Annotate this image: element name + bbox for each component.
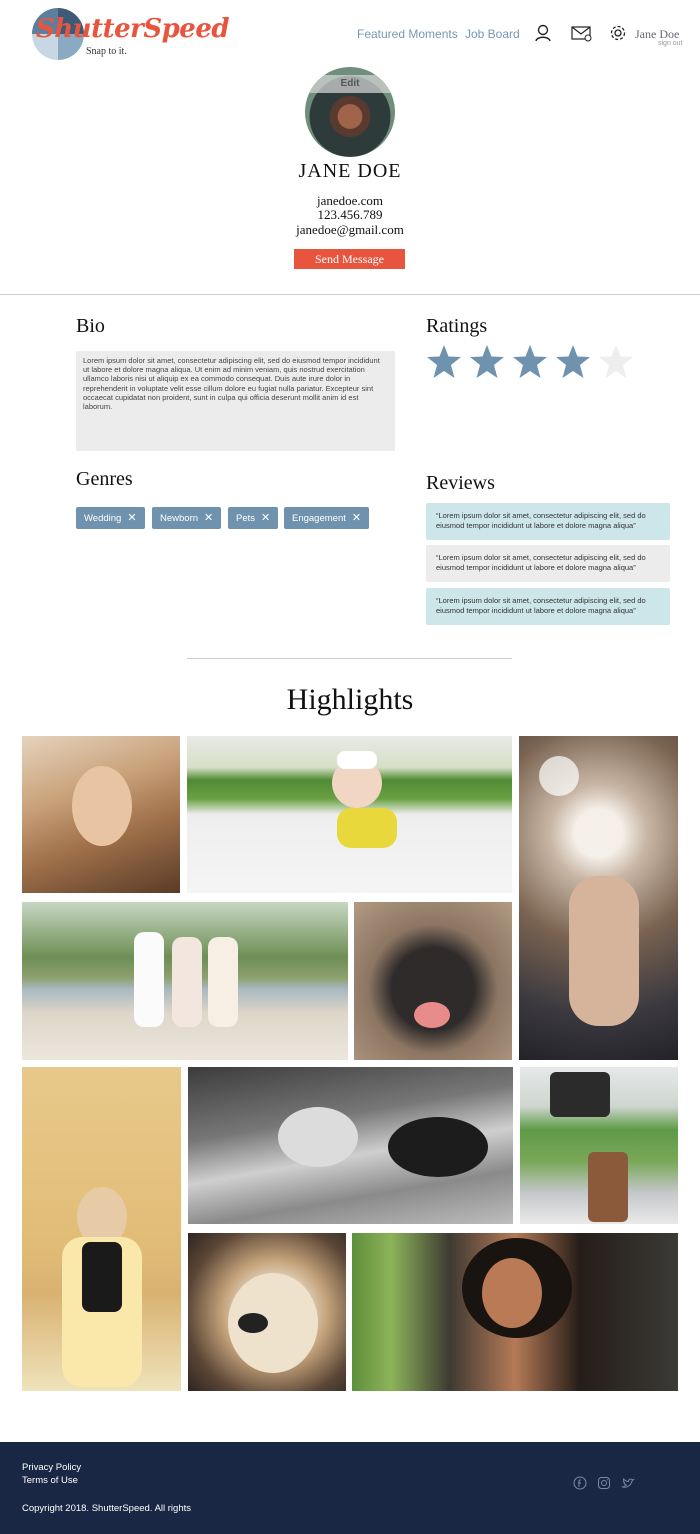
genre-chip-label: Pets: [236, 513, 256, 524]
star-rating: [426, 344, 646, 382]
genres-heading: Genres: [76, 468, 133, 490]
remove-icon[interactable]: ✕: [204, 512, 213, 524]
genre-chip-label: Engagement: [292, 513, 346, 524]
genre-chip-wedding[interactable]: Wedding ✕: [76, 507, 145, 529]
profile-email[interactable]: janedoe@gmail.com: [0, 222, 700, 238]
genre-chip-pets[interactable]: Pets ✕: [228, 507, 279, 529]
copyright-text: Copyright 2018. ShutterSpeed. All rights: [22, 1503, 191, 1514]
mail-icon[interactable]: [570, 22, 592, 44]
star-filled-icon: [513, 345, 547, 378]
logo-text: ShutterSpeed: [36, 14, 230, 44]
instagram-icon[interactable]: [597, 1476, 611, 1490]
ratings-heading: Ratings: [426, 315, 488, 337]
profile-name: JANE DOE: [298, 160, 402, 182]
privacy-policy-link[interactable]: Privacy Policy: [22, 1462, 81, 1473]
footer: Privacy Policy Terms of Use Copyright 20…: [0, 1442, 700, 1534]
star-filled-icon: [427, 345, 461, 378]
photo-woman-yellow-cardigan[interactable]: [22, 1067, 181, 1391]
logo-tagline: Snap to it.: [86, 46, 127, 57]
photo-woman-curly-hair-smiling[interactable]: [352, 1233, 678, 1391]
star-filled-icon: [556, 345, 590, 378]
nav-featured-moments[interactable]: Featured Moments: [357, 27, 458, 41]
photo-couple-sparklers[interactable]: [519, 736, 678, 1060]
logo[interactable]: ShutterSpeed Snap to it.: [30, 8, 230, 64]
reviews-heading: Reviews: [426, 472, 495, 494]
genre-chip-newborn[interactable]: Newborn ✕: [152, 507, 222, 529]
genre-chip-label: Newborn: [160, 513, 199, 524]
review-card: “Lorem ipsum dolor sit amet, consectetur…: [426, 503, 670, 540]
gear-icon[interactable]: [607, 22, 629, 44]
terms-of-use-link[interactable]: Terms of Use: [22, 1475, 78, 1486]
genre-chips: Wedding ✕ Newborn ✕ Pets ✕ Engagement ✕: [76, 507, 396, 529]
genre-chip-label: Wedding: [84, 513, 122, 524]
star-empty-icon: [599, 345, 633, 378]
photo-labrador-dog[interactable]: [188, 1233, 346, 1391]
twitter-icon[interactable]: [620, 1476, 635, 1490]
review-card: “Lorem ipsum dolor sit amet, consectetur…: [426, 588, 670, 625]
sign-out-link[interactable]: sign out: [658, 40, 683, 47]
profile-phone: 123.456.789: [317, 207, 383, 222]
bio-text: Lorem ipsum dolor sit amet, consectetur …: [76, 351, 395, 451]
facebook-icon[interactable]: [573, 1476, 587, 1490]
photo-three-women-beach[interactable]: [22, 902, 348, 1060]
bio-heading: Bio: [76, 315, 105, 337]
photo-baby-on-blanket[interactable]: [187, 736, 512, 893]
photo-woman-lying-black-white[interactable]: [188, 1067, 513, 1224]
star-filled-icon: [470, 345, 504, 378]
remove-icon[interactable]: ✕: [127, 512, 136, 524]
genre-chip-engagement[interactable]: Engagement ✕: [284, 507, 370, 529]
send-message-button[interactable]: Send Message: [294, 249, 405, 269]
avatar-edit-button[interactable]: Edit: [305, 75, 395, 93]
highlights-divider: [187, 658, 512, 659]
photo-graduation-cap-boots[interactable]: [520, 1067, 678, 1224]
photo-husky-puppy[interactable]: [354, 902, 512, 1060]
profile-avatar[interactable]: Edit: [305, 67, 395, 157]
nav-job-board[interactable]: Job Board: [465, 27, 520, 41]
highlights-heading: Highlights: [286, 683, 414, 716]
photo-portrait-woman-blonde[interactable]: [22, 736, 180, 893]
review-card: “Lorem ipsum dolor sit amet, consectetur…: [426, 545, 670, 582]
remove-icon[interactable]: ✕: [261, 512, 270, 524]
remove-icon[interactable]: ✕: [352, 512, 361, 524]
user-icon[interactable]: [532, 22, 554, 44]
section-divider: [0, 294, 700, 295]
